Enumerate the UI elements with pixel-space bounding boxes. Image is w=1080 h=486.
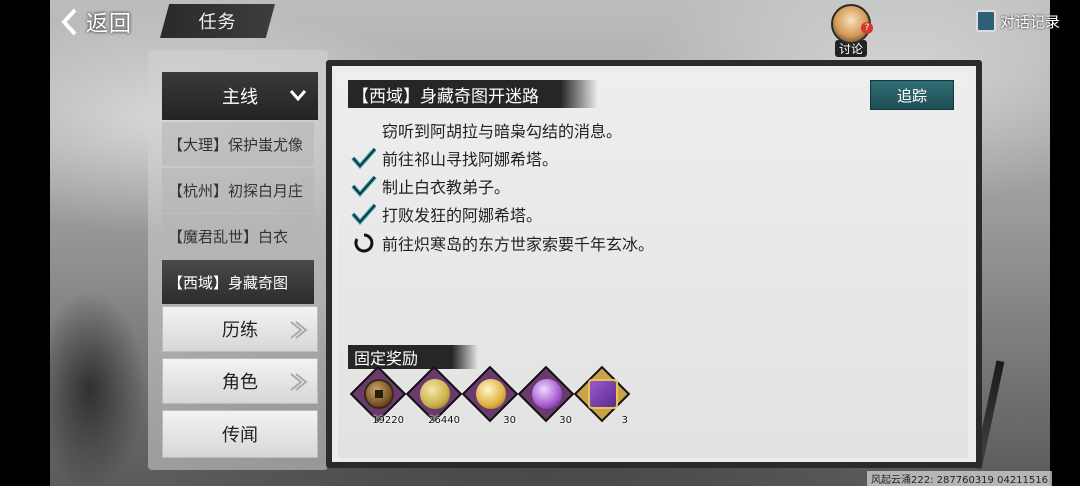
reward-item[interactable]: 30 <box>517 365 576 428</box>
silver-icon <box>420 379 450 409</box>
quest-description: 窃听到阿胡拉与暗枭勾结的消息。 <box>382 122 623 141</box>
task-item: 制止白衣教弟子。 <box>350 173 510 199</box>
checkmark-icon <box>350 145 378 171</box>
nav-main-label: 主线 <box>222 87 258 108</box>
task-item: 前往炽寒岛的东方世家索要千年玄冰。 <box>350 230 654 256</box>
reward-count: 30 <box>503 415 516 426</box>
quest-title: 【西域】身藏奇图开迷路 <box>348 80 598 108</box>
rewards-title: 固定奖励 <box>348 345 478 369</box>
coin-icon <box>364 379 394 409</box>
checkmark-icon <box>350 173 378 199</box>
reward-count: 26440 <box>428 415 460 426</box>
gift-box-icon <box>588 379 618 409</box>
reward-count: 3 <box>621 415 628 426</box>
category-label: 角色 <box>222 372 258 393</box>
player-id-text: 风起云涌222: 287760319 04211516 <box>867 471 1052 486</box>
quest-list-item-active[interactable]: 【西域】身藏奇图 <box>162 260 314 304</box>
screen-edge-right <box>1050 0 1080 486</box>
chevron-right-icon <box>287 371 309 398</box>
dialog-log-button[interactable]: 对话记录 <box>972 8 1072 34</box>
discuss-button[interactable]: ? 讨论 <box>824 4 878 58</box>
task-item: 前往祁山寻找阿娜希塔。 <box>350 145 558 171</box>
quest-list-item-label: 【大理】保护蚩尤像 <box>168 135 304 154</box>
chevron-right-icon <box>287 319 309 346</box>
task-text: 制止白衣教弟子。 <box>382 178 511 197</box>
quest-list-item[interactable]: 【杭州】初探白月庄 <box>162 168 314 212</box>
checkmark-icon <box>350 201 378 227</box>
reward-count: 19220 <box>372 415 404 426</box>
category-role-button[interactable]: 角色 <box>162 358 318 404</box>
category-training-button[interactable]: 历练 <box>162 306 318 352</box>
page-title: 任务 <box>198 12 237 33</box>
chevron-left-icon <box>58 7 80 37</box>
reward-count: 30 <box>559 415 572 426</box>
notification-badge: ? <box>861 22 873 34</box>
quest-list-item-label: 【杭州】初探白月庄 <box>168 181 304 200</box>
book-icon <box>976 10 996 32</box>
rewards-list: 19220 26440 30 30 3 <box>349 365 632 428</box>
chevron-down-icon <box>288 85 308 110</box>
page-title-tab: 任务 <box>160 4 275 38</box>
purple-orb-icon <box>532 379 562 409</box>
quest-list-item[interactable]: 【大理】保护蚩尤像 <box>162 122 314 166</box>
quest-list-item[interactable]: 【魔君乱世】白衣 <box>162 214 314 258</box>
category-label: 传闻 <box>222 425 258 446</box>
reward-item[interactable]: 30 <box>461 365 520 428</box>
nav-main-quests[interactable]: 主线 <box>162 72 318 120</box>
task-text: 打败发狂的阿娜希塔。 <box>382 206 543 225</box>
in-progress-icon <box>350 230 378 256</box>
gold-orb-icon <box>476 379 506 409</box>
task-item: 打败发狂的阿娜希塔。 <box>350 201 542 227</box>
category-label: 历练 <box>222 320 258 341</box>
reward-item[interactable]: 26440 <box>405 365 464 428</box>
reward-item[interactable]: 3 <box>573 365 632 428</box>
task-text: 前往炽寒岛的东方世家索要千年玄冰。 <box>382 235 655 254</box>
quest-list-item-label: 【魔君乱世】白衣 <box>168 227 289 246</box>
track-button[interactable]: 追踪 <box>870 80 954 110</box>
dialog-log-label: 对话记录 <box>1000 12 1061 31</box>
task-text: 前往祁山寻找阿娜希塔。 <box>382 150 559 169</box>
category-rumor-button[interactable]: 传闻 <box>162 410 318 458</box>
back-label: 返回 <box>86 12 133 37</box>
avatar: ? <box>831 4 873 44</box>
screen-edge-left <box>0 0 50 486</box>
reward-item[interactable]: 19220 <box>349 365 408 428</box>
back-button[interactable]: 返回 <box>58 4 158 40</box>
quest-list-item-label: 【西域】身藏奇图 <box>168 273 289 292</box>
